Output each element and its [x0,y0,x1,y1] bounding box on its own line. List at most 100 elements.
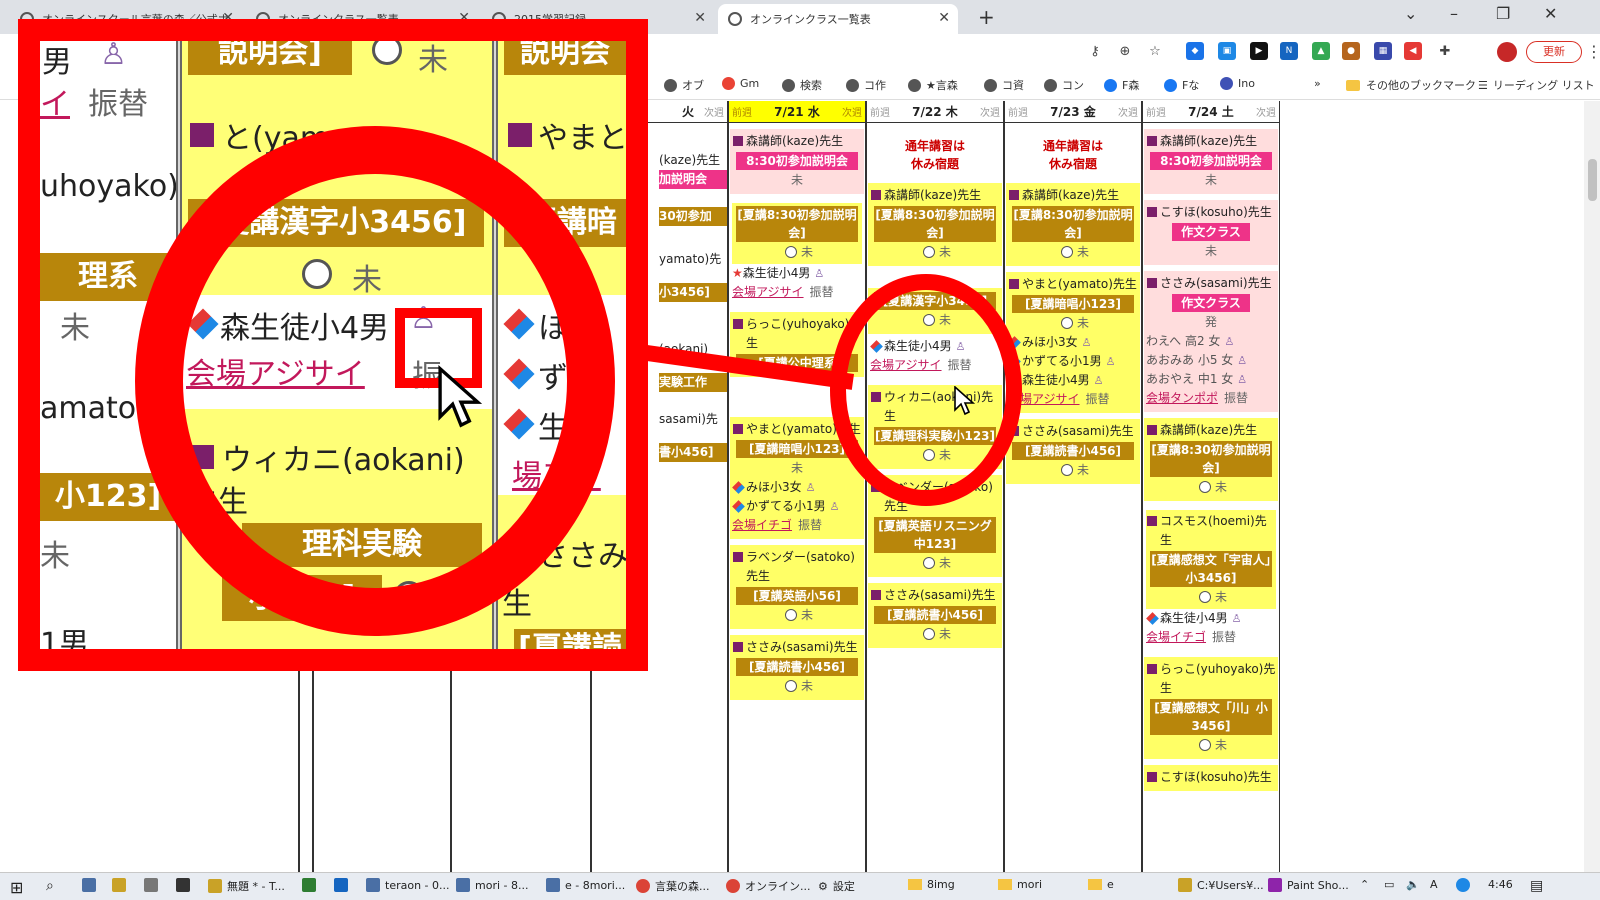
taskbar-app-icon[interactable] [334,878,353,892]
next-week-link[interactable]: 次週 [1256,104,1276,119]
class-card[interactable]: こすほ(kosuho)先生 [1144,765,1278,791]
menu-icon[interactable]: ⋮ [1586,42,1600,61]
extension-new-icon[interactable]: N [1280,42,1298,60]
tab-search-icon[interactable]: ⌄ [1404,4,1417,23]
taskbar-item[interactable]: e [1088,878,1114,891]
circle-radio[interactable] [1198,481,1211,493]
venue-link[interactable]: 会場アジサイ [732,285,804,299]
circle-radio[interactable] [1198,591,1211,603]
tab-4-active[interactable]: オンラインクラス一覧表 ✕ [718,4,958,34]
circle-radio[interactable] [1060,246,1073,258]
taskbar-app-icon[interactable] [176,878,195,892]
other-bookmarks[interactable]: その他のブックマーク [1346,77,1476,93]
taskbar-item[interactable]: teraon - 0... [366,878,450,892]
extension-3-icon[interactable]: ▶ [1250,42,1268,60]
star-icon[interactable]: ☆ [1146,43,1164,61]
class-card[interactable]: 森講師(kaze)先生 [夏講8:30初参加説明会] 未 [868,183,1002,266]
minimize-button[interactable]: – [1450,4,1458,23]
class-card[interactable]: ささみ(sasami)先生 [夏講読書小456] 未 [730,635,864,700]
volume-icon[interactable]: 🔈 [1406,878,1420,891]
bookmark-item[interactable]: コン [1044,77,1084,93]
taskbar-app-icon[interactable] [82,878,101,892]
bookmark-item[interactable]: F森 [1104,77,1139,93]
restore-button[interactable]: ❐ [1496,4,1510,23]
next-week-link[interactable]: 次週 [842,104,862,119]
taskbar-item[interactable]: 無題 * - T... [208,878,285,894]
class-card[interactable]: ささみ(sasami)先生 作文クラス 発 わえへ 高2 女 ♙ あおみあ 小5 … [1144,271,1278,412]
swap-label[interactable]: 振替 [810,285,834,299]
taskbar-item[interactable]: mori - 8... [456,878,528,892]
next-week-link[interactable]: 次週 [1118,104,1138,119]
clock[interactable]: 4:46 [1488,878,1513,891]
bookmarks-more-button[interactable]: » [1314,77,1321,90]
class-card[interactable]: 森講師(kaze)先生 8:30初参加説明会 未 [730,129,864,194]
venue-link[interactable]: 会場イチゴ [732,518,792,532]
taskbar-item[interactable]: Paint Sho... [1268,878,1349,892]
extension-2-icon[interactable]: ▣ [1218,42,1236,60]
bookmark-item[interactable]: Gm [722,77,759,90]
prev-week-link[interactable]: 前週 [870,104,890,119]
bookmark-item[interactable]: コ作 [846,77,886,93]
page-scrollbar[interactable] [1584,101,1600,872]
class-card[interactable]: ラベンダー(satoko)先生 [夏講英語小56] 未 [730,545,864,629]
bookmark-item[interactable]: Ino [1220,77,1255,90]
class-card[interactable]: やまと(yamato)先生 [夏講暗唱小123] 未 みほ小3女 ♙ かずてる小1… [1006,272,1140,413]
swap-label[interactable]: 振替 [1224,391,1248,405]
key-icon[interactable]: ⚷ [1086,43,1104,61]
next-week-link[interactable]: 次週 [704,104,724,119]
circle-radio[interactable] [922,628,935,640]
taskbar-app-icon[interactable] [144,878,163,892]
swap-label[interactable]: 振替 [798,518,822,532]
circle-radio[interactable] [1060,464,1073,476]
taskbar-item[interactable]: 8img [908,878,955,891]
taskbar-item[interactable]: ⚙ 設定 [818,878,855,894]
class-card[interactable]: [夏講8:30初参加説明会] 未 ★ 森生徒小4男 ♙ 会場アジサイ 振替 [730,200,864,306]
cookie-icon[interactable]: ● [1342,42,1360,60]
extension-1-icon[interactable]: ◆ [1186,42,1204,60]
circle-radio[interactable] [784,680,797,692]
taskbar-item[interactable]: mori [998,878,1042,891]
class-card[interactable]: らっこ(yuhoyako)先生 [夏講感想文「川」小3456] 未 [1144,657,1278,759]
bookmark-item[interactable]: Fな [1164,77,1199,93]
chevron-up-icon[interactable]: ⌃ [1360,878,1369,891]
close-tab-icon[interactable]: ✕ [694,10,706,26]
prev-week-link[interactable]: 前週 [1146,104,1166,119]
bookmark-item[interactable]: オブ [664,77,704,93]
class-card[interactable]: 森講師(kaze)先生 [夏講8:30初参加説明会] 未 [1006,183,1140,266]
reading-list[interactable]: ☰ リーディング リスト [1478,77,1595,93]
puzzle-icon[interactable]: ✚ [1436,43,1454,61]
notification-icon[interactable]: ▤ [1530,878,1543,894]
taskbar-item[interactable]: 言葉の森... [636,878,710,894]
class-card[interactable]: こすほ(kosuho)先生 作文クラス 未 [1144,200,1278,265]
swap-label[interactable]: 振替 [1212,630,1236,644]
class-card[interactable]: 森講師(kaze)先生 8:30初参加説明会 未 [1144,129,1278,194]
close-window-button[interactable]: ✕ [1544,4,1557,23]
circle-radio[interactable] [922,557,935,569]
drive-icon[interactable]: ▲ [1312,42,1330,60]
bookmark-item[interactable]: 検索 [782,77,822,93]
extension-4-icon[interactable]: ▦ [1374,42,1392,60]
next-week-link[interactable]: 次週 [980,104,1000,119]
circle-radio[interactable] [784,246,797,258]
circle-radio[interactable] [784,609,797,621]
ime-icon[interactable]: A [1430,878,1438,891]
taskbar-app-icon[interactable] [302,878,321,892]
venue-link[interactable]: 会場タンポポ [1146,391,1218,405]
app-tray-icon[interactable] [1456,878,1475,892]
taskbar-app-icon[interactable] [112,878,131,892]
windows-start-icon[interactable]: ⊞ [10,878,23,897]
class-card[interactable]: 森講師(kaze)先生 [夏講8:30初参加説明会] 未 [1144,418,1278,501]
bookmark-item[interactable]: コ資 [984,77,1024,93]
taskbar-item[interactable]: C:¥Users¥... [1178,878,1264,892]
circle-radio[interactable] [922,246,935,258]
taskbar-item[interactable]: e - 8mori... [546,878,625,892]
new-tab-button[interactable]: + [978,5,995,29]
taskbar-item[interactable]: オンライン... [726,878,811,894]
class-card[interactable]: ささみ(sasami)先生 [夏講読書小456] 未 [1006,419,1140,484]
close-tab-icon[interactable]: ✕ [938,10,950,26]
scrollbar-thumb[interactable] [1588,159,1597,201]
battery-icon[interactable]: ▭ [1384,878,1394,891]
profile-avatar[interactable] [1497,42,1517,62]
speaker-icon[interactable]: ◀ [1404,42,1422,60]
search-icon[interactable]: ⌕ [46,878,54,894]
